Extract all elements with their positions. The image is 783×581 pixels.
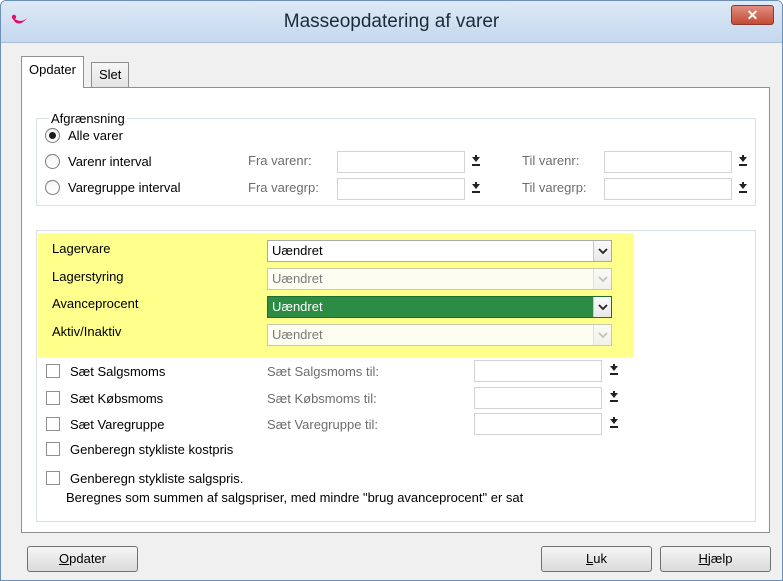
fra-varegrp-field[interactable]	[337, 178, 465, 200]
close-icon: ✕	[746, 7, 759, 23]
luk-button-label: uk	[593, 551, 607, 566]
close-button[interactable]: ✕	[731, 5, 774, 25]
til-varenr-field[interactable]	[604, 151, 732, 173]
fra-varenr-lookup-icon[interactable]	[469, 154, 483, 168]
til-varenr-lookup-icon[interactable]	[736, 154, 750, 168]
avanceprocent-select[interactable]: Uændret	[267, 296, 612, 318]
aktiv-inaktiv-label: Aktiv/Inaktiv	[52, 324, 122, 339]
til-varegrp-lookup-icon[interactable]	[736, 181, 750, 195]
chevron-down-icon[interactable]	[593, 241, 611, 261]
lagerstyring-select[interactable]: Uændret	[267, 268, 612, 290]
fra-varegrp-label: Fra varegrp:	[248, 180, 319, 195]
fra-varenr-label: Fra varenr:	[248, 153, 312, 168]
tab-slet[interactable]: Slet	[91, 62, 130, 88]
salgsmoms-target-label: Sæt Salgsmoms til:	[267, 364, 379, 379]
salgsmoms-field[interactable]	[474, 360, 602, 382]
til-varenr-label: Til varenr:	[522, 153, 580, 168]
chevron-down-icon[interactable]	[593, 325, 611, 345]
fra-varegrp-lookup-icon[interactable]	[469, 181, 483, 195]
aktiv-inaktiv-select[interactable]: Uændret	[267, 324, 612, 346]
salgsmoms-label[interactable]: Sæt Salgsmoms	[70, 364, 165, 379]
aktiv-inaktiv-value: Uændret	[272, 327, 323, 342]
varegruppe-field[interactable]	[474, 413, 602, 435]
tab-opdater[interactable]: Opdater	[21, 56, 84, 88]
dialog-window: Masseopdatering af varer ✕ Opdater Slet …	[0, 0, 783, 581]
chevron-down-icon[interactable]	[593, 269, 611, 289]
kobsmoms-label[interactable]: Sæt Købsmoms	[70, 391, 163, 406]
radio-varenr-interval[interactable]	[45, 154, 60, 169]
radio-alle-varer-label[interactable]: Alle varer	[68, 128, 123, 143]
avanceprocent-value: Uændret	[272, 299, 323, 314]
kobsmoms-target-label: Sæt Købsmoms til:	[267, 391, 377, 406]
hjaelp-button-label: jælp	[707, 551, 733, 566]
kostpris-checkbox[interactable]	[46, 442, 60, 456]
salgsmoms-checkbox[interactable]	[46, 364, 60, 378]
varegruppe-label[interactable]: Sæt Varegruppe	[70, 417, 164, 432]
opdater-button-label: pdater	[69, 551, 106, 566]
radio-alle-varer[interactable]	[45, 128, 60, 143]
tab-slet-label: Slet	[99, 67, 122, 82]
tab-opdater-label: Opdater	[29, 62, 76, 77]
radio-varegruppe-interval-label[interactable]: Varegruppe interval	[68, 180, 181, 195]
kobsmoms-checkbox[interactable]	[46, 391, 60, 405]
title-bar[interactable]: Masseopdatering af varer ✕	[1, 1, 782, 43]
opdater-button[interactable]: Opdater	[27, 546, 138, 572]
til-varegrp-label: Til varegrp:	[522, 180, 587, 195]
kobsmoms-field[interactable]	[474, 387, 602, 409]
opdater-button-accel: O	[59, 551, 70, 566]
kostpris-label[interactable]: Genberegn stykliste kostpris	[70, 442, 233, 457]
luk-button[interactable]: Luk	[541, 546, 652, 572]
radio-varegruppe-interval[interactable]	[45, 180, 60, 195]
varegruppe-lookup-icon[interactable]	[607, 416, 621, 430]
avanceprocent-label: Avanceprocent	[52, 296, 139, 311]
lagervare-value: Uændret	[272, 243, 323, 258]
lagerstyring-value: Uændret	[272, 271, 323, 286]
kobsmoms-lookup-icon[interactable]	[607, 390, 621, 404]
tab-panel-opdater: Afgrænsning Alle varer Varenr interval V…	[21, 87, 770, 533]
afgraensning-legend: Afgrænsning	[49, 111, 127, 126]
varegruppe-checkbox[interactable]	[46, 417, 60, 431]
lagervare-select[interactable]: Uændret	[267, 240, 612, 262]
til-varegrp-field[interactable]	[604, 178, 732, 200]
lagerstyring-label: Lagerstyring	[52, 269, 124, 284]
lagervare-label: Lagervare	[52, 241, 111, 256]
chevron-down-icon[interactable]	[593, 297, 611, 317]
window-title: Masseopdatering af varer	[283, 11, 500, 32]
varegruppe-target-label: Sæt Varegruppe til:	[267, 417, 379, 432]
salgspris-label[interactable]: Genberegn stykliste salgspris.	[70, 471, 243, 486]
radio-varenr-interval-label[interactable]: Varenr interval	[68, 154, 152, 169]
salgspris-note: Beregnes som summen af salgspriser, med …	[66, 490, 524, 505]
hjaelp-button[interactable]: Hjælp	[660, 546, 771, 572]
hjaelp-button-accel: H	[698, 551, 708, 566]
salgspris-checkbox[interactable]	[46, 471, 60, 485]
fra-varenr-field[interactable]	[337, 151, 465, 173]
salgsmoms-lookup-icon[interactable]	[607, 363, 621, 377]
